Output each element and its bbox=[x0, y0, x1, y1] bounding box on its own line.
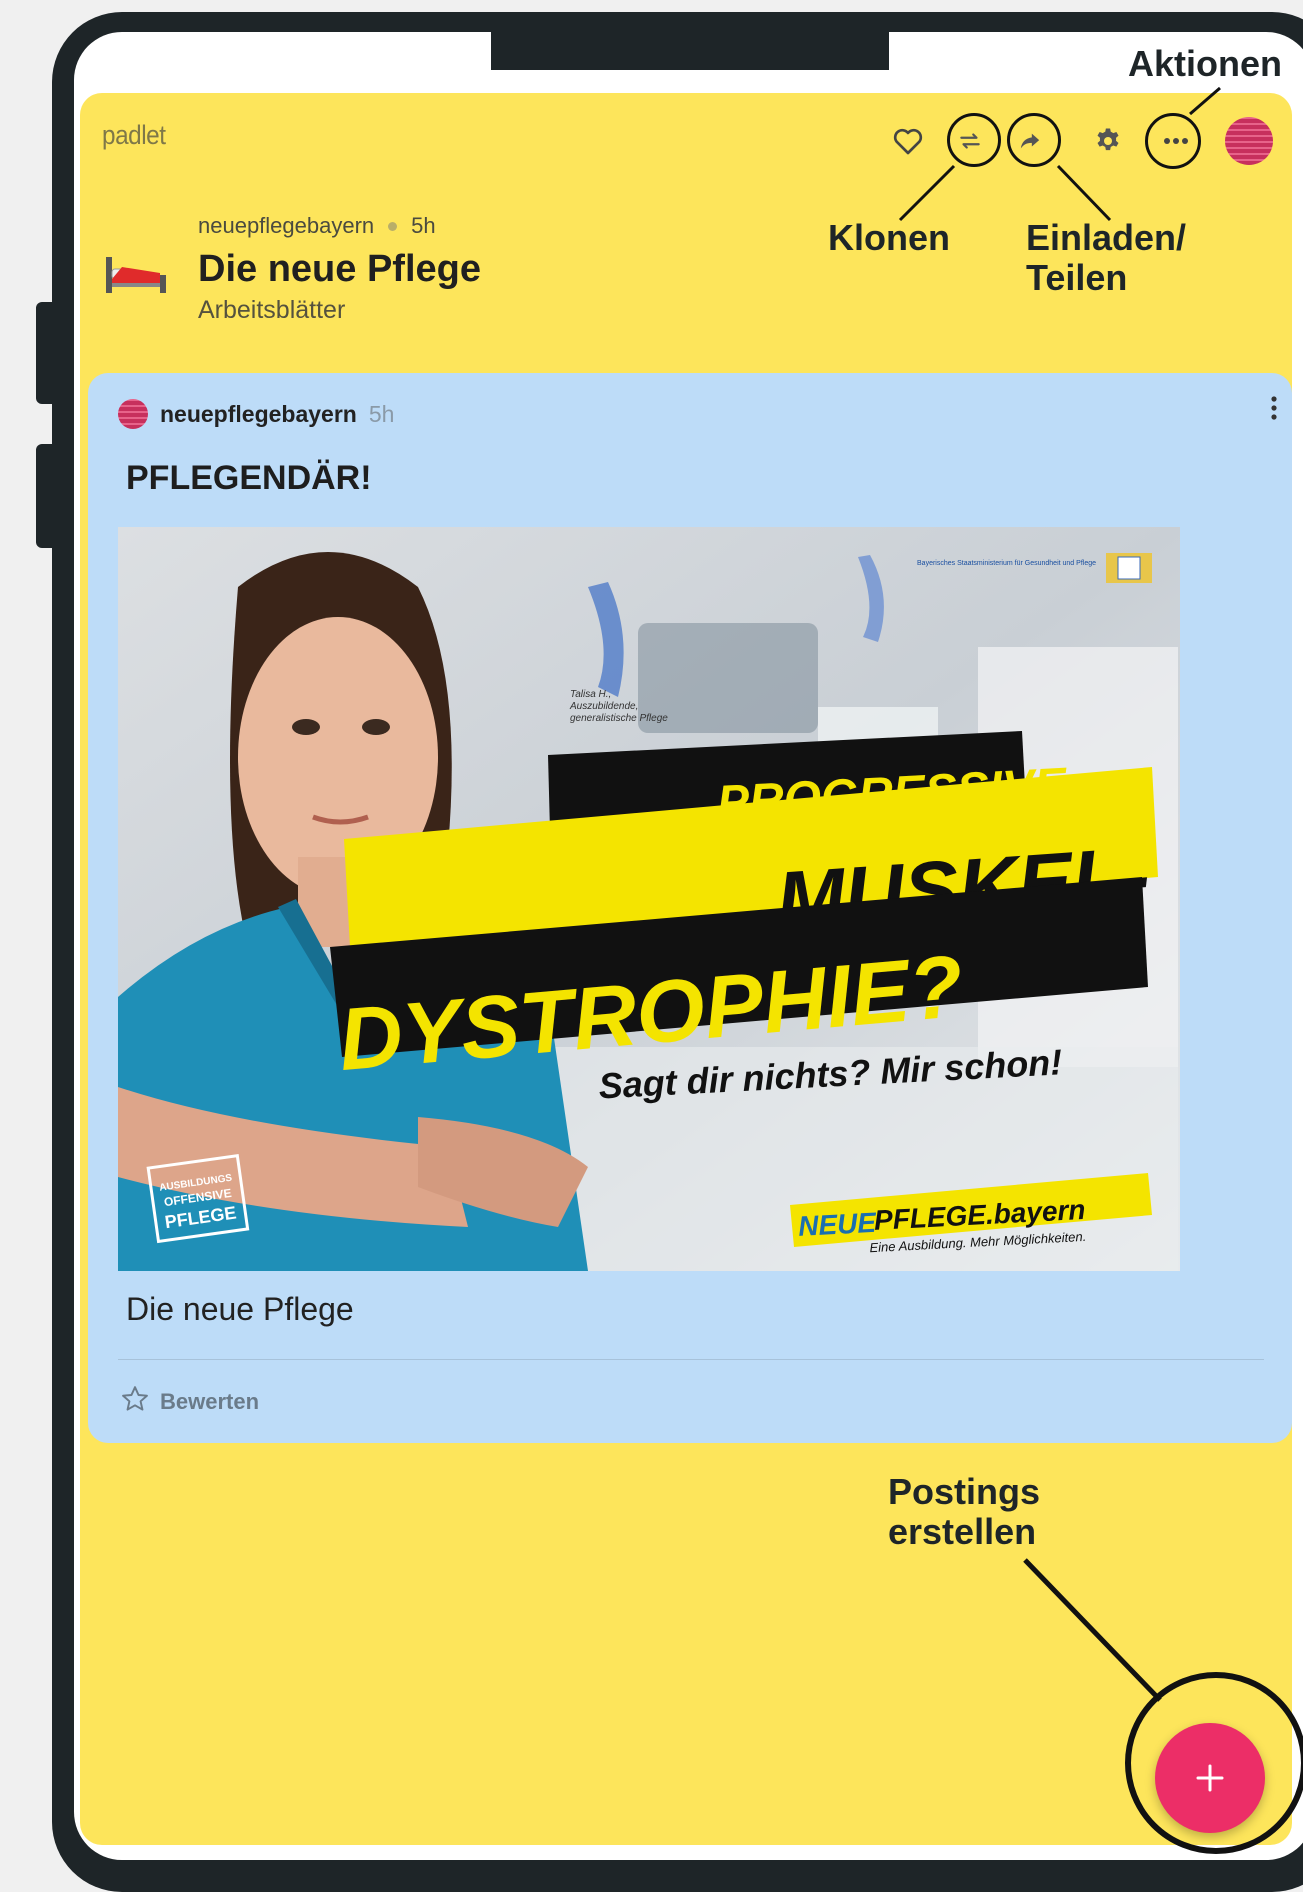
annotation-create-1: Postings bbox=[888, 1471, 1041, 1512]
annotation-share-1: Einladen/ bbox=[1026, 217, 1187, 258]
annotation-clone: Klonen bbox=[828, 217, 950, 258]
annotation-actions: Aktionen bbox=[1128, 43, 1283, 84]
annotation-share-2: Teilen bbox=[1026, 257, 1128, 298]
annotation-create-2: erstellen bbox=[888, 1511, 1037, 1552]
